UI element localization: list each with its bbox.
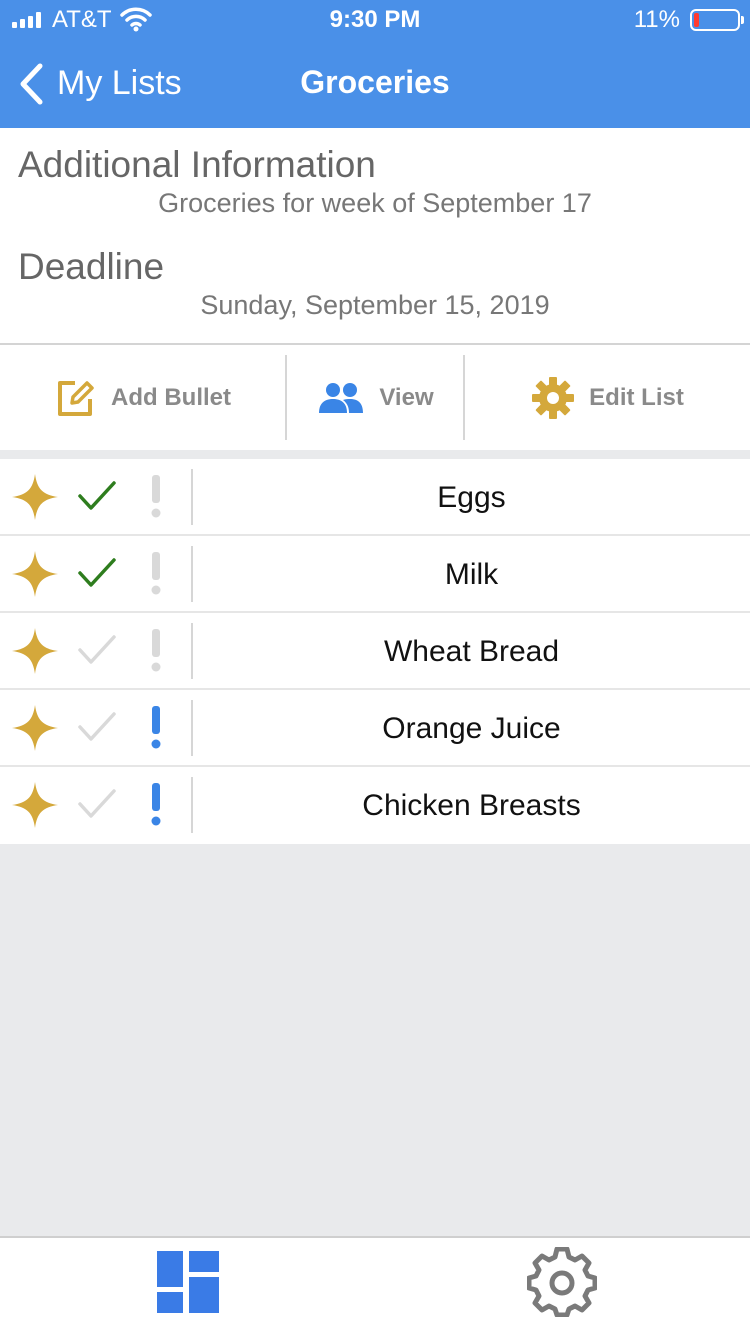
- edit-list-button[interactable]: Edit List: [465, 345, 750, 450]
- battery-fill: [694, 13, 699, 27]
- edit-icon: [58, 380, 94, 416]
- priority-icon[interactable]: [149, 552, 163, 596]
- list-item-label[interactable]: Milk: [193, 536, 750, 613]
- priority-icon[interactable]: [149, 783, 163, 827]
- star-icon[interactable]: [11, 781, 59, 829]
- dashboard-icon[interactable]: [157, 1251, 219, 1313]
- additional-info-title: Additional Information: [18, 144, 376, 185]
- star-icon[interactable]: [11, 550, 59, 598]
- status-bar: AT&T 9:30 PM 11%: [0, 0, 750, 40]
- list-item[interactable]: Eggs: [0, 459, 750, 536]
- header: AT&T 9:30 PM 11% My Lists Groceries: [0, 0, 750, 128]
- check-icon[interactable]: [78, 711, 116, 743]
- list-item[interactable]: Milk: [0, 536, 750, 613]
- list-toolbar: Add Bullet View Edit List: [0, 343, 750, 450]
- battery-percent: 11%: [633, 6, 680, 33]
- view-label: View: [379, 383, 434, 411]
- gear-icon: [532, 376, 575, 419]
- check-icon[interactable]: [78, 788, 116, 820]
- check-icon[interactable]: [78, 480, 116, 512]
- priority-icon[interactable]: [149, 475, 163, 519]
- list-item-label[interactable]: Wheat Bread: [193, 613, 750, 690]
- star-icon[interactable]: [11, 473, 59, 521]
- check-icon[interactable]: [78, 557, 116, 589]
- deadline-value: Sunday, September 15, 2019: [200, 290, 550, 320]
- list-item[interactable]: Orange Juice: [0, 690, 750, 767]
- deadline-title: Deadline: [18, 246, 165, 287]
- star-icon[interactable]: [11, 627, 59, 675]
- add-bullet-label: Add Bullet: [111, 383, 231, 411]
- edit-list-label: Edit List: [589, 383, 684, 411]
- star-icon[interactable]: [11, 704, 59, 752]
- tab-settings-gear-icon[interactable]: [527, 1247, 597, 1317]
- additional-info-value: Groceries for week of September 17: [158, 188, 592, 218]
- list-info: Additional Information Groceries for wee…: [0, 128, 750, 343]
- battery-icon: [690, 9, 744, 31]
- check-icon[interactable]: [78, 634, 116, 666]
- add-bullet-button[interactable]: Add Bullet: [0, 345, 286, 450]
- list-item-label[interactable]: Orange Juice: [193, 690, 750, 767]
- grocery-list: Eggs Milk Wheat Bread Orange Juice Chicken B…: [0, 459, 750, 844]
- view-button[interactable]: View: [287, 345, 464, 450]
- nav-title: Groceries: [300, 64, 450, 100]
- priority-icon[interactable]: [149, 629, 163, 673]
- list-item-label[interactable]: Eggs: [193, 459, 750, 536]
- tab-bar: [0, 1236, 750, 1334]
- priority-icon[interactable]: [149, 706, 163, 750]
- list-item-label[interactable]: Chicken Breasts: [193, 767, 750, 844]
- list-item[interactable]: Chicken Breasts: [0, 767, 750, 844]
- people-icon: [319, 382, 364, 413]
- list-item[interactable]: Wheat Bread: [0, 613, 750, 690]
